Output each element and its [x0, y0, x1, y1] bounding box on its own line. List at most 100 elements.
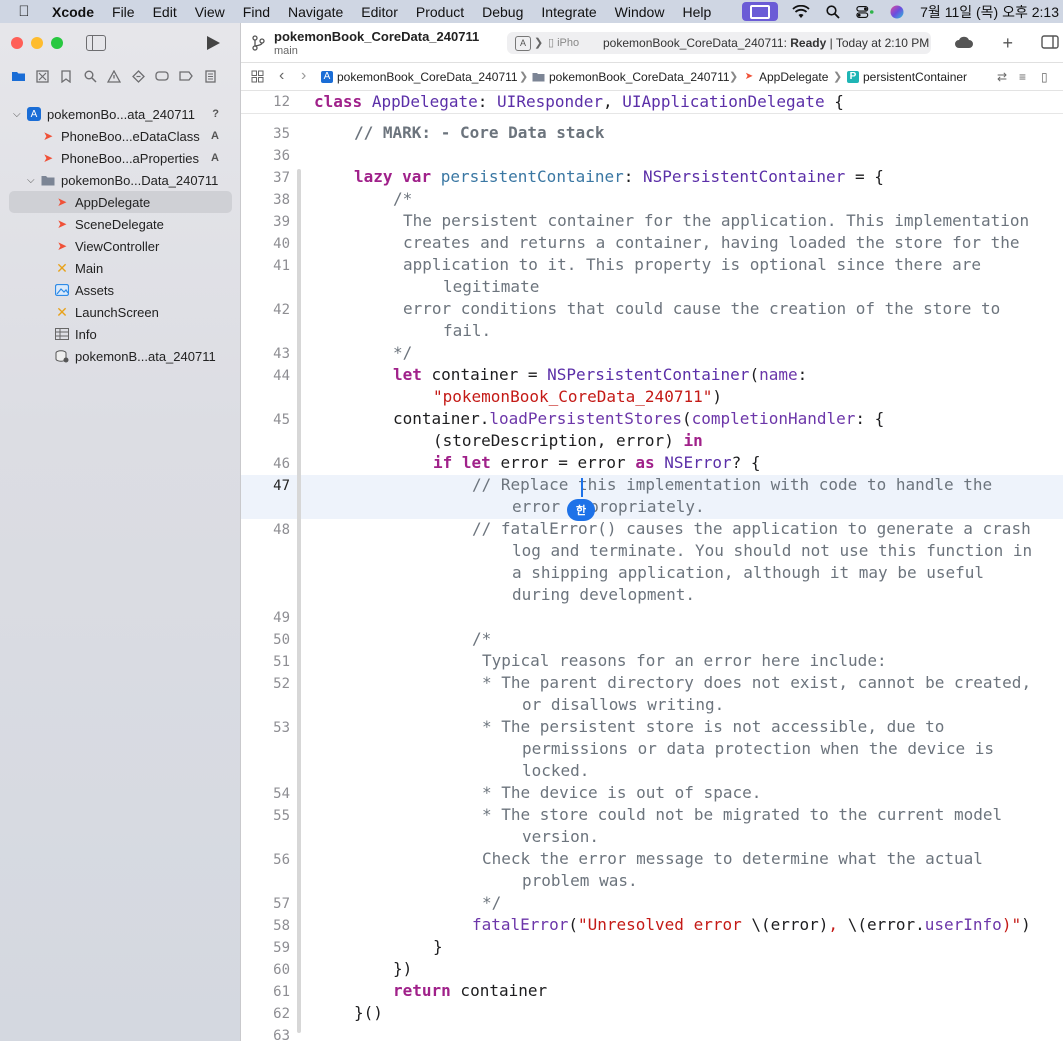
line-number: 59 [273, 940, 290, 956]
activity-viewer[interactable]: A ❯ ▯ iPho pokemonBook_CoreData_240711: … [507, 32, 931, 54]
refresh-icon[interactable]: ⇄ [997, 70, 1007, 84]
tree-item-launchscreen[interactable]: ✕ LaunchScreen [0, 301, 241, 323]
sidebar-toggle-icon[interactable] [86, 35, 106, 51]
bookmark-navigator-icon[interactable] [58, 69, 74, 83]
inspector-toggle-icon[interactable] [1041, 33, 1059, 54]
code-line: }() [354, 1003, 383, 1022]
menu-navigate[interactable]: Navigate [279, 4, 352, 20]
tree-item-phonebook-properties[interactable]: ➤ PhoneBoo...aProperties A [0, 147, 241, 169]
menu-debug[interactable]: Debug [473, 4, 532, 20]
close-window-button[interactable] [11, 37, 23, 49]
tree-item-group-folder[interactable]: ⌵ pokemonBo...Data_240711 [0, 169, 241, 191]
navigator-sidebar: ⌵ A pokemonBo...ata_240711 ? ➤ PhoneBoo.… [0, 23, 241, 1041]
code-line: container.loadPersistentStores(completio… [393, 409, 885, 428]
menu-clock[interactable]: 7월 11일 (목) 오후 2:13 [920, 2, 1059, 22]
menu-find[interactable]: Find [234, 4, 279, 20]
debug-navigator-icon[interactable] [154, 69, 170, 83]
breadcrumb-project[interactable]: A pokemonBook_CoreData_240711 [321, 70, 518, 84]
swift-file-icon: ➤ [56, 239, 68, 253]
add-icon[interactable]: + [1002, 33, 1013, 54]
tree-item-coredata-model[interactable]: pokemonB...ata_240711 [0, 345, 241, 367]
minimap-icon[interactable]: ▯ [1041, 70, 1048, 84]
menu-editor[interactable]: Editor [352, 4, 407, 20]
minimize-window-button[interactable] [31, 37, 43, 49]
line-number: 57 [273, 896, 290, 912]
tree-item-label: Main [75, 260, 104, 276]
swift-file-icon: ➤ [56, 195, 68, 209]
code-line: Typical reasons for an error here includ… [482, 651, 887, 670]
swift-file-icon: ➤ [42, 129, 54, 143]
chevron-down-icon[interactable]: ⌵ [27, 175, 35, 186]
project-title[interactable]: pokemonBook_CoreData_240711 [274, 29, 479, 44]
storyboard-icon: ✕ [56, 303, 68, 320]
run-button[interactable] [207, 36, 220, 50]
tree-item-appdelegate[interactable]: ➤ AppDelegate [9, 191, 232, 213]
report-navigator-icon[interactable] [202, 69, 218, 83]
line-number: 47 [273, 478, 290, 494]
code-line: a shipping application, although it may … [512, 563, 985, 582]
menu-product[interactable]: Product [407, 4, 473, 20]
issue-navigator-warning-icon[interactable] [106, 69, 122, 83]
line-number: 37 [273, 170, 290, 186]
coredata-model-icon [55, 349, 69, 363]
code-line: // fatalError() causes the application t… [472, 519, 1031, 538]
line-number: 12 [273, 94, 290, 110]
code-line: }) [393, 959, 413, 978]
project-icon: A [321, 71, 333, 83]
tree-item-viewcontroller[interactable]: ➤ ViewController [0, 235, 241, 257]
tree-item-project[interactable]: ⌵ A pokemonBo...ata_240711 ? [0, 103, 241, 125]
code-line: lazy var persistentContainer: NSPersiste… [354, 167, 884, 186]
menu-view[interactable]: View [186, 4, 234, 20]
menu-file[interactable]: File [103, 4, 144, 20]
menu-integrate[interactable]: Integrate [532, 4, 605, 20]
tree-item-info[interactable]: Info [0, 323, 241, 345]
tree-item-phonebook-class[interactable]: ➤ PhoneBoo...eDataClass A [0, 125, 241, 147]
project-navigator-folder-icon[interactable] [10, 69, 26, 83]
code-line: version. [522, 827, 600, 846]
forward-chevron-icon[interactable]: › [301, 67, 306, 85]
cloud-icon[interactable] [954, 33, 974, 54]
menu-bar:  Xcode File Edit View Find Navigate Edi… [0, 0, 1063, 23]
code-line: application to it. This property is opti… [403, 255, 981, 274]
chevron-down-icon[interactable]: ⌵ [13, 109, 21, 120]
app-target-icon[interactable]: A [515, 36, 531, 51]
tree-item-assets[interactable]: Assets [0, 279, 241, 301]
line-number: 50 [273, 632, 290, 648]
breakpoint-navigator-icon[interactable] [178, 69, 194, 83]
screen-share-icon[interactable] [742, 2, 779, 21]
menu-edit[interactable]: Edit [144, 4, 186, 20]
back-chevron-icon[interactable]: ‹ [279, 67, 284, 85]
source-editor[interactable]: 12 class AppDelegate: UIResponder, UIApp… [241, 91, 1063, 1041]
editor-options-icon[interactable]: ≡ [1019, 70, 1026, 84]
device-name: iPho [557, 37, 580, 49]
project-tree: ⌵ A pokemonBo...ata_240711 ? ➤ PhoneBoo.… [0, 103, 241, 367]
apple-icon[interactable]:  [0, 3, 48, 20]
build-status: pokemonBook_CoreData_240711: Ready | Tod… [603, 36, 929, 50]
control-center-icon[interactable] [856, 5, 874, 19]
line-number: 61 [273, 984, 290, 1000]
menu-help[interactable]: Help [673, 4, 720, 20]
menu-app-name[interactable]: Xcode [48, 4, 103, 20]
breadcrumb-group[interactable]: pokemonBook_CoreData_240711 [532, 70, 730, 84]
line-number: 38 [273, 192, 290, 208]
text-cursor [581, 478, 583, 497]
source-control-navigator-icon[interactable] [34, 69, 50, 83]
zoom-window-button[interactable] [51, 37, 63, 49]
code-fold-ribbon[interactable] [297, 169, 301, 1033]
breadcrumb-symbol[interactable]: P persistentContainer [847, 70, 967, 84]
branch-name[interactable]: main [274, 45, 298, 57]
spotlight-icon[interactable] [824, 4, 842, 19]
swift-file-icon: ➤ [42, 151, 54, 165]
swift-file-icon: ➤ [744, 71, 754, 82]
tree-item-scenedelegate[interactable]: ➤ SceneDelegate [0, 213, 241, 235]
breadcrumb-file[interactable]: ➤ AppDelegate [743, 70, 829, 84]
run-destination[interactable]: ▯ iPho [548, 36, 579, 49]
related-items-grid-icon[interactable] [251, 70, 264, 83]
find-navigator-icon[interactable] [82, 69, 98, 83]
test-navigator-diamond-icon[interactable] [130, 69, 146, 83]
siri-icon[interactable] [888, 5, 906, 19]
status-badge: ? [212, 108, 219, 120]
menu-window[interactable]: Window [606, 4, 674, 20]
wifi-icon[interactable] [792, 4, 810, 19]
tree-item-main[interactable]: ✕ Main [0, 257, 241, 279]
